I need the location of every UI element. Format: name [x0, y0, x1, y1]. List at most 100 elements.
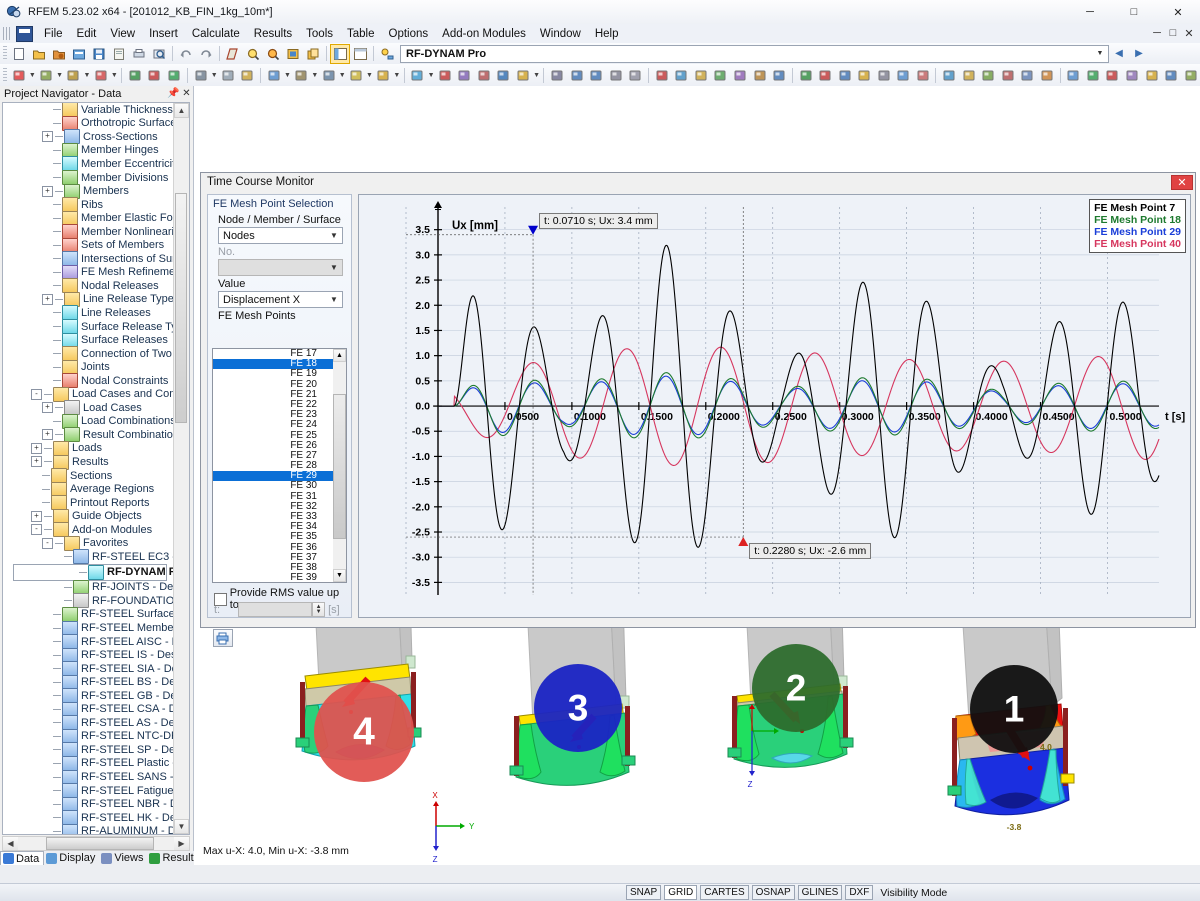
toolbar-tool-30[interactable] [627, 66, 645, 84]
hscroll-thumb[interactable] [46, 837, 154, 850]
tree-item[interactable]: + Members [3, 183, 175, 199]
open-file-icon[interactable] [30, 45, 48, 63]
toolbar-dropdown-24[interactable]: ▼ [533, 66, 541, 84]
tree-item[interactable]: + Load Cases [3, 400, 175, 416]
tree-item[interactable]: Connection of Two Member [3, 346, 175, 362]
open-recent-icon[interactable] [50, 45, 68, 63]
tree-item[interactable]: RF-STEEL Surfaces - General [3, 606, 175, 622]
toolbar-tool-28[interactable] [588, 66, 606, 84]
toolbar-dropdown-16[interactable]: ▼ [366, 66, 374, 84]
value-select[interactable]: Displacement X ▼ [218, 291, 343, 308]
toolbar-tool-51[interactable] [999, 66, 1017, 84]
toolbar-tool-5[interactable] [126, 66, 144, 84]
toolbar-tool-35[interactable] [712, 66, 730, 84]
toolbar-tool-58[interactable] [1123, 66, 1141, 84]
tree-item[interactable]: + Result Combinations [3, 427, 175, 443]
toolbar-tool-6[interactable] [146, 66, 164, 84]
tree-item[interactable]: Member Eccentricities [3, 156, 175, 172]
zoom-icon[interactable] [244, 45, 262, 63]
tree-item[interactable]: - Load Cases and Combinations [3, 386, 175, 402]
toolbar-dropdown-3[interactable]: ▼ [110, 66, 118, 84]
toolbar-tool-7[interactable] [165, 66, 183, 84]
doc-minimize-button[interactable]: ─ [1150, 27, 1164, 40]
menu-item-calculate[interactable]: Calculate [185, 26, 247, 42]
tree-item[interactable]: + Results [3, 454, 175, 470]
toolbar-tool-46[interactable] [914, 66, 932, 84]
toolbar-dropdown-1[interactable]: ▼ [56, 66, 64, 84]
scroll-thumb[interactable] [333, 394, 346, 539]
tree-expander[interactable]: + [31, 442, 42, 454]
toolbar-tool-9[interactable] [192, 66, 210, 84]
tree-item[interactable]: RF-STEEL Fatigue Members - [3, 783, 175, 799]
toolbar-tool-3[interactable] [92, 66, 110, 84]
node-member-surface-select[interactable]: Nodes ▼ [218, 227, 343, 244]
toolbar-tool-20[interactable] [436, 66, 454, 84]
tree-item[interactable]: RF-STEEL AS - Design of stee [3, 715, 175, 731]
maximize-button[interactable]: □ [1112, 0, 1156, 24]
scroll-up-icon[interactable]: ▲ [174, 103, 189, 118]
menu-item-file[interactable]: File [37, 26, 70, 42]
status-toggle-glines[interactable]: GLINES [797, 885, 843, 900]
tree-item[interactable]: RF-STEEL CSA - Design of st [3, 701, 175, 717]
toolbar-dropdown-9[interactable]: ▼ [210, 66, 218, 84]
fe-mesh-point-item[interactable]: FE 24 [213, 420, 335, 430]
toolbar-dropdown-13[interactable]: ▼ [284, 66, 292, 84]
chevron-down-icon[interactable]: ▼ [326, 295, 342, 304]
tree-item[interactable]: + Cross-Sections [3, 129, 175, 145]
new-file-icon[interactable] [10, 45, 28, 63]
menu-item-options[interactable]: Options [382, 26, 436, 42]
toolbar-dropdown-19[interactable]: ▼ [427, 66, 435, 84]
tree-item[interactable]: Line Releases [3, 305, 175, 321]
minimize-button[interactable]: ─ [1068, 0, 1112, 24]
tree-item[interactable]: Member Hinges [3, 142, 175, 158]
save-icon[interactable] [90, 45, 108, 63]
status-toggle-osnap[interactable]: OSNAP [751, 885, 795, 900]
tree-item[interactable]: Ribs [3, 197, 175, 213]
tree-item[interactable]: Orthotropic Surfaces and Me [3, 115, 175, 131]
menu-item-table[interactable]: Table [340, 26, 382, 42]
addon-module-icon[interactable] [378, 45, 396, 63]
scroll-thumb[interactable] [175, 193, 187, 423]
app-menu-icon[interactable] [16, 25, 33, 42]
navigator-tree[interactable]: Variable ThicknessesOrthotropic Surfaces… [3, 103, 175, 834]
navigator-hscrollbar[interactable]: ◀ ▶ [2, 836, 190, 851]
pin-icon[interactable]: 📌 [167, 88, 180, 99]
toolbar-tool-44[interactable] [875, 66, 893, 84]
status-toggle-grid[interactable]: GRID [664, 885, 698, 900]
zoom-all-icon[interactable] [264, 45, 282, 63]
tree-item[interactable]: - Add-on Modules [3, 522, 175, 538]
toolbar-tool-49[interactable] [960, 66, 978, 84]
tree-expander[interactable]: + [31, 456, 42, 468]
tree-expander[interactable]: + [31, 510, 42, 522]
menu-item-edit[interactable]: Edit [70, 26, 104, 42]
toolbar-tool-42[interactable] [836, 66, 854, 84]
toolbar-tool-26[interactable] [548, 66, 566, 84]
show-navigator-icon[interactable] [330, 43, 350, 64]
scroll-left-icon[interactable]: ◀ [3, 837, 18, 850]
module-combo[interactable]: RF-DYNAM Pro ▼ [400, 44, 1109, 63]
toolbar-tool-1[interactable] [37, 66, 55, 84]
tree-item[interactable]: + Line Release Types [3, 291, 175, 307]
print-icon[interactable] [150, 45, 168, 63]
tree-item[interactable]: Nodal Releases [3, 278, 175, 294]
toolbar-tool-14[interactable] [292, 66, 310, 84]
tree-item[interactable]: Surface Releases [3, 332, 175, 348]
tree-item[interactable]: RF-JOINTS - Design of jo [3, 579, 175, 595]
tree-item[interactable]: RF-STEEL IS - Design of steel [3, 647, 175, 663]
toolbar-tool-50[interactable] [980, 66, 998, 84]
monitor-close-button[interactable]: ✕ [1171, 174, 1193, 190]
toolbar-tool-21[interactable] [456, 66, 474, 84]
toolbar-tool-33[interactable] [673, 66, 691, 84]
render-model-icon[interactable] [224, 45, 242, 63]
copy-view-icon[interactable] [304, 45, 322, 63]
tree-item[interactable]: Printout Reports [3, 495, 175, 511]
toolbar-tool-48[interactable] [940, 66, 958, 84]
tree-item[interactable]: Average Regions [3, 481, 175, 497]
navigator-tab-display[interactable]: Display [44, 851, 99, 865]
menu-grip[interactable] [3, 27, 12, 40]
toolbar-tool-40[interactable] [797, 66, 815, 84]
toolbar-tool-34[interactable] [692, 66, 710, 84]
tree-item[interactable]: Sections [3, 468, 175, 484]
toolbar-tool-60[interactable] [1162, 66, 1180, 84]
toolbar-tool-10[interactable] [219, 66, 237, 84]
